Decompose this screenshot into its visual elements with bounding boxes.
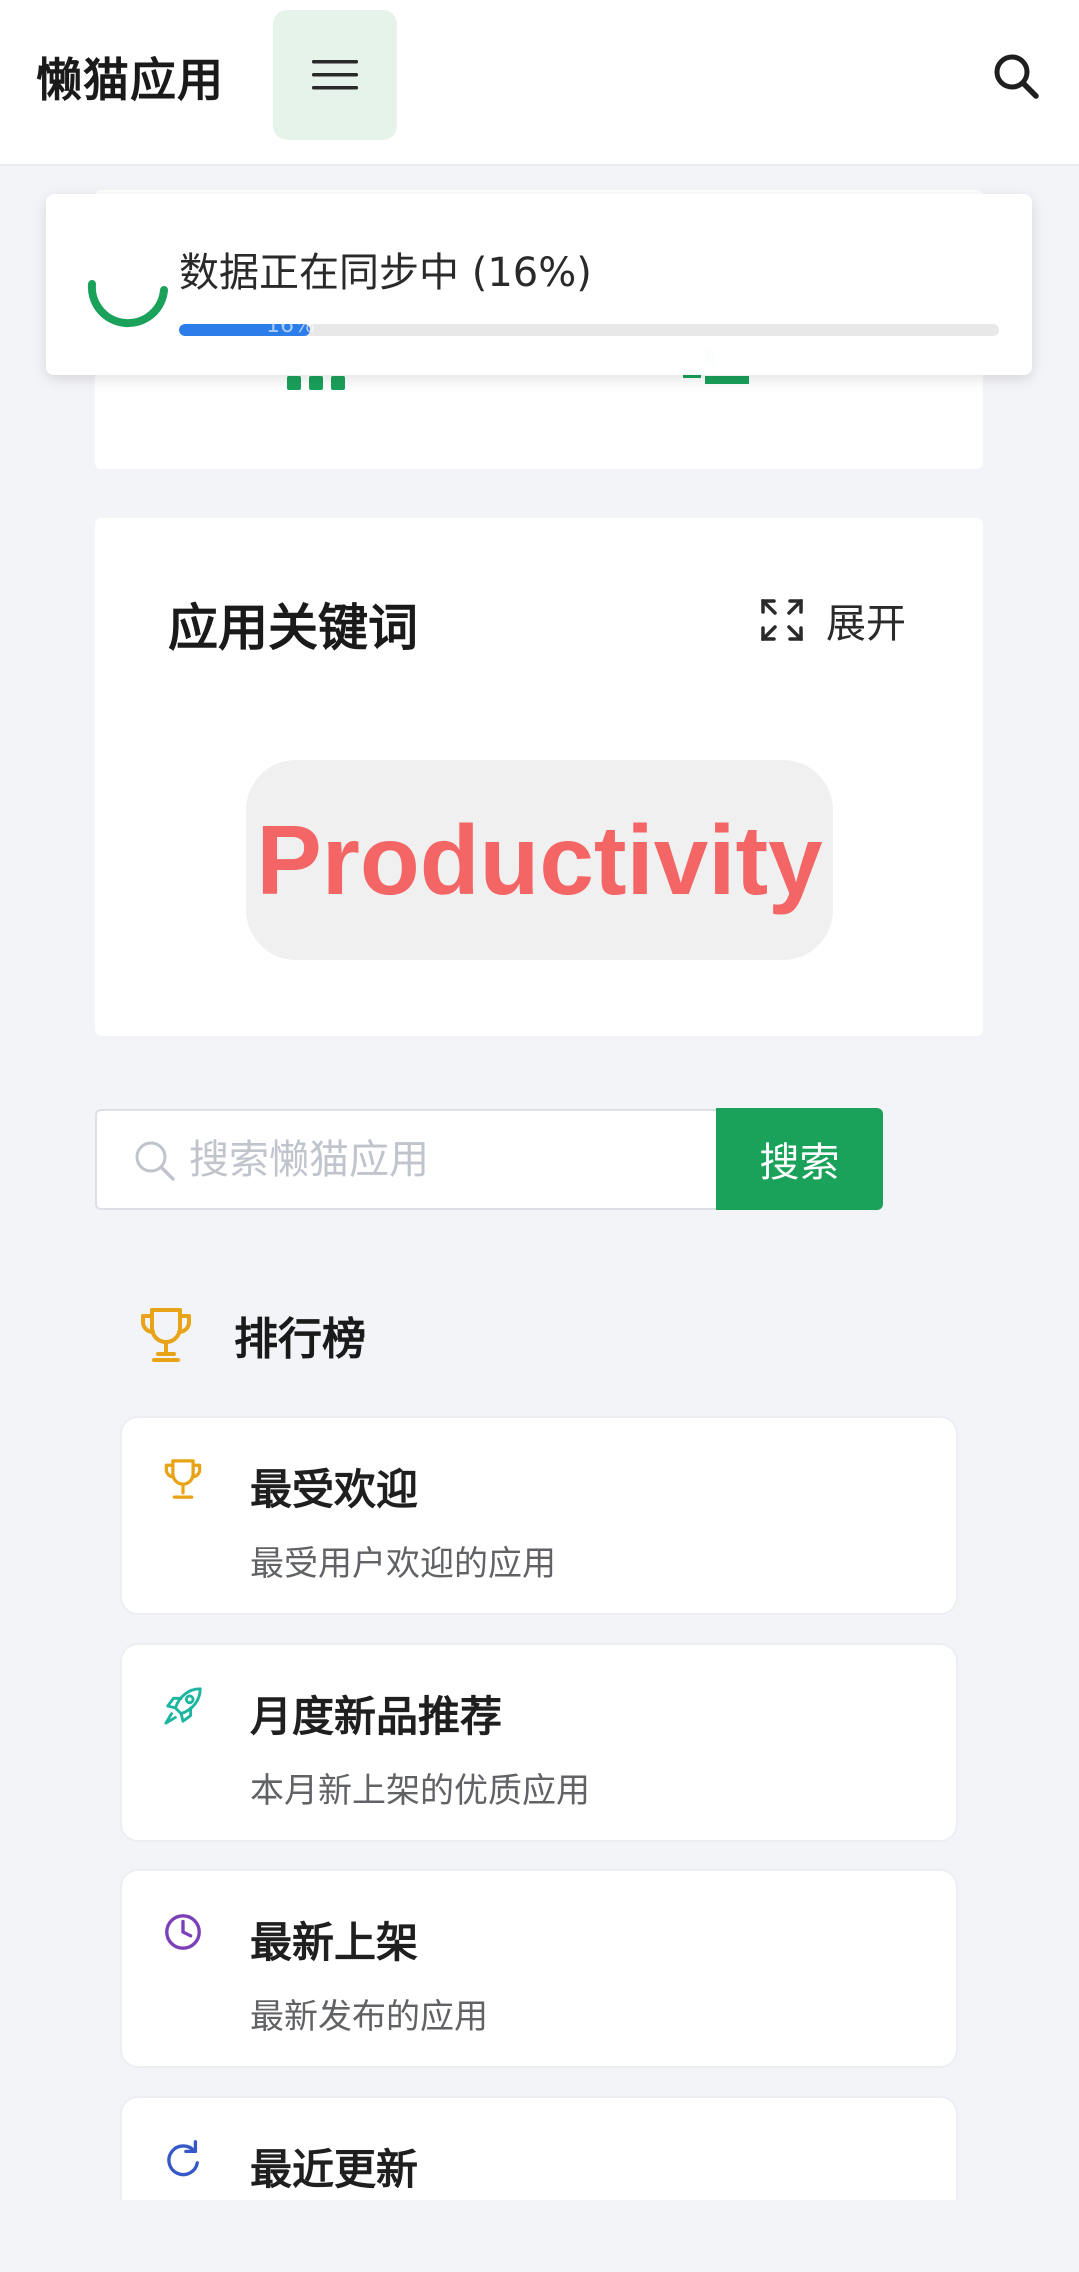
trophy-icon — [141, 1308, 191, 1362]
ranking-item-latest[interactable]: 最新上架 最新发布的应用 — [120, 1869, 958, 2068]
expand-icon — [761, 599, 803, 641]
search-field-icon — [135, 1141, 175, 1181]
trophy-icon — [164, 1459, 202, 1499]
ranking-item-title: 最新上架 — [250, 1918, 419, 1967]
rankings-header: 排行榜 — [138, 1305, 366, 1365]
top-app-bar: 懒猫应用 — [0, 0, 1079, 166]
search-submit-button[interactable]: 搜索 — [716, 1108, 883, 1210]
refresh-icon — [167, 2140, 199, 2177]
keywords-title: 应用关键词 — [168, 599, 418, 657]
ranking-item-popular[interactable]: 最受欢迎 最受用户欢迎的应用 — [120, 1416, 958, 1615]
sync-progress-label: 16% — [266, 313, 315, 338]
ranking-item-title: 月度新品推荐 — [250, 1692, 503, 1741]
app-root: 懒猫应用 数据正在同步中 (16%) 16% 应用关键词 展开 Producti… — [0, 0, 1079, 2272]
ranking-item-desc: 最新发布的应用 — [250, 1997, 488, 2037]
menu-button[interactable] — [273, 10, 397, 140]
loading-spinner-icon — [87, 280, 168, 328]
search-input[interactable] — [189, 1119, 689, 1201]
page-bottom-area — [0, 2200, 1079, 2272]
clock-icon — [165, 1914, 201, 1950]
sync-message: 数据正在同步中 (16%) — [179, 250, 592, 296]
search-field[interactable] — [95, 1109, 718, 1210]
ranking-item-title: 最受欢迎 — [250, 1465, 419, 1514]
ranking-item-monthly-new[interactable]: 月度新品推荐 本月新上架的优质应用 — [120, 1643, 958, 1842]
sync-toast: 数据正在同步中 (16%) 16% — [46, 194, 1032, 375]
rocket-icon — [164, 1687, 202, 1725]
expand-label: 展开 — [826, 601, 906, 647]
keyword-chip[interactable]: Productivity — [246, 760, 833, 960]
header-search-button[interactable] — [990, 50, 1042, 102]
keyword-chip-label: Productivity — [256, 804, 823, 915]
app-title: 懒猫应用 — [36, 53, 224, 107]
expand-button[interactable]: 展开 — [760, 594, 906, 647]
rankings-title: 排行榜 — [234, 1314, 366, 1365]
ranking-item-title: 最近更新 — [250, 2145, 419, 2194]
ranking-item-desc: 本月新上架的优质应用 — [250, 1771, 590, 1811]
hamburger-menu-icon — [312, 60, 358, 90]
ranking-item-desc: 最受用户欢迎的应用 — [250, 1544, 556, 1584]
search-icon — [994, 54, 1039, 99]
keywords-card: 应用关键词 展开 Productivity — [95, 518, 983, 1036]
